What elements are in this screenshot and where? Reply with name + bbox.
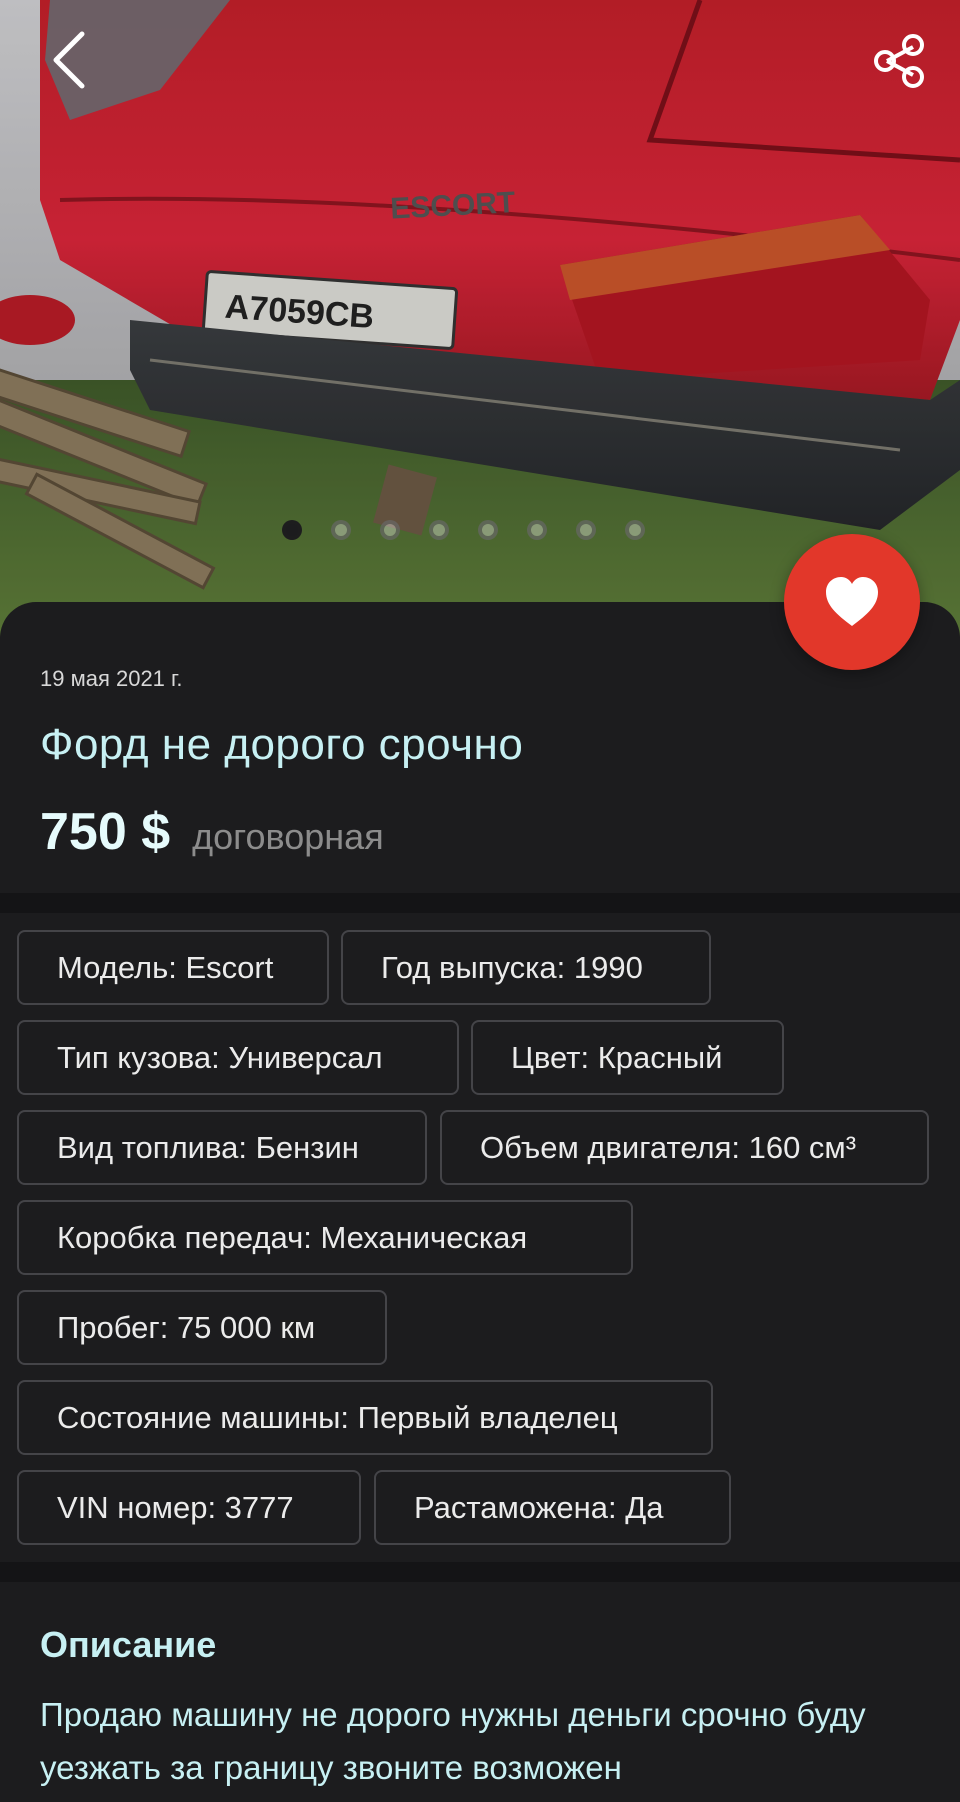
heart-icon (826, 577, 878, 626)
listing-title: Форд не дорого срочно (40, 720, 524, 769)
listing-date: 19 мая 2021 г. (40, 666, 183, 691)
pagination-dot[interactable] (576, 520, 596, 540)
share-icon (874, 34, 924, 88)
listing-page: A7059CB ESCORT 19 мая 2021 г. Форд не до… (0, 0, 960, 1802)
description-text: Продаю машину не дорого нужны деньги сро… (40, 1696, 866, 1786)
pagination-dot[interactable] (478, 520, 498, 540)
spec-chip-year[interactable]: Год выпуска: 1990 (341, 930, 711, 1005)
spec-chip-color[interactable]: Цвет: Красный (471, 1020, 784, 1095)
spec-chip-condition[interactable]: Состояние машины: Первый владелец (17, 1380, 713, 1455)
spec-chip-vin[interactable]: VIN номер: 3777 (17, 1470, 361, 1545)
section-divider (0, 1562, 960, 1582)
pagination-dot[interactable] (527, 520, 547, 540)
share-button[interactable] (868, 28, 932, 92)
price-row: 750 $ договорная (40, 802, 384, 862)
spec-chip-engine[interactable]: Объем двигателя: 160 см³ (440, 1110, 929, 1185)
pagination-dot-active[interactable] (282, 520, 302, 540)
pagination-dot[interactable] (429, 520, 449, 540)
back-button[interactable] (40, 24, 100, 96)
spec-chip-transmission[interactable]: Коробка передач: Механическая (17, 1200, 633, 1275)
pagination-dot[interactable] (625, 520, 645, 540)
section-divider (0, 893, 960, 913)
pagination-dot[interactable] (380, 520, 400, 540)
favorite-button[interactable] (784, 534, 920, 670)
spec-chip-customs[interactable]: Растаможена: Да (374, 1470, 731, 1545)
description-heading: Описание (40, 1624, 217, 1665)
price-negotiable-label: договорная (192, 816, 384, 857)
spec-chip-body-type[interactable]: Тип кузова: Универсал (17, 1020, 459, 1095)
pagination-dot[interactable] (331, 520, 351, 540)
gallery-pagination (282, 520, 645, 540)
spec-chip-mileage[interactable]: Пробег: 75 000 км (17, 1290, 387, 1365)
price: 750 $ (40, 803, 171, 861)
chevron-left-icon (53, 31, 85, 89)
spec-chip-fuel[interactable]: Вид топлива: Бензин (17, 1110, 427, 1185)
spec-chip-model[interactable]: Модель: Escort (17, 930, 329, 1005)
